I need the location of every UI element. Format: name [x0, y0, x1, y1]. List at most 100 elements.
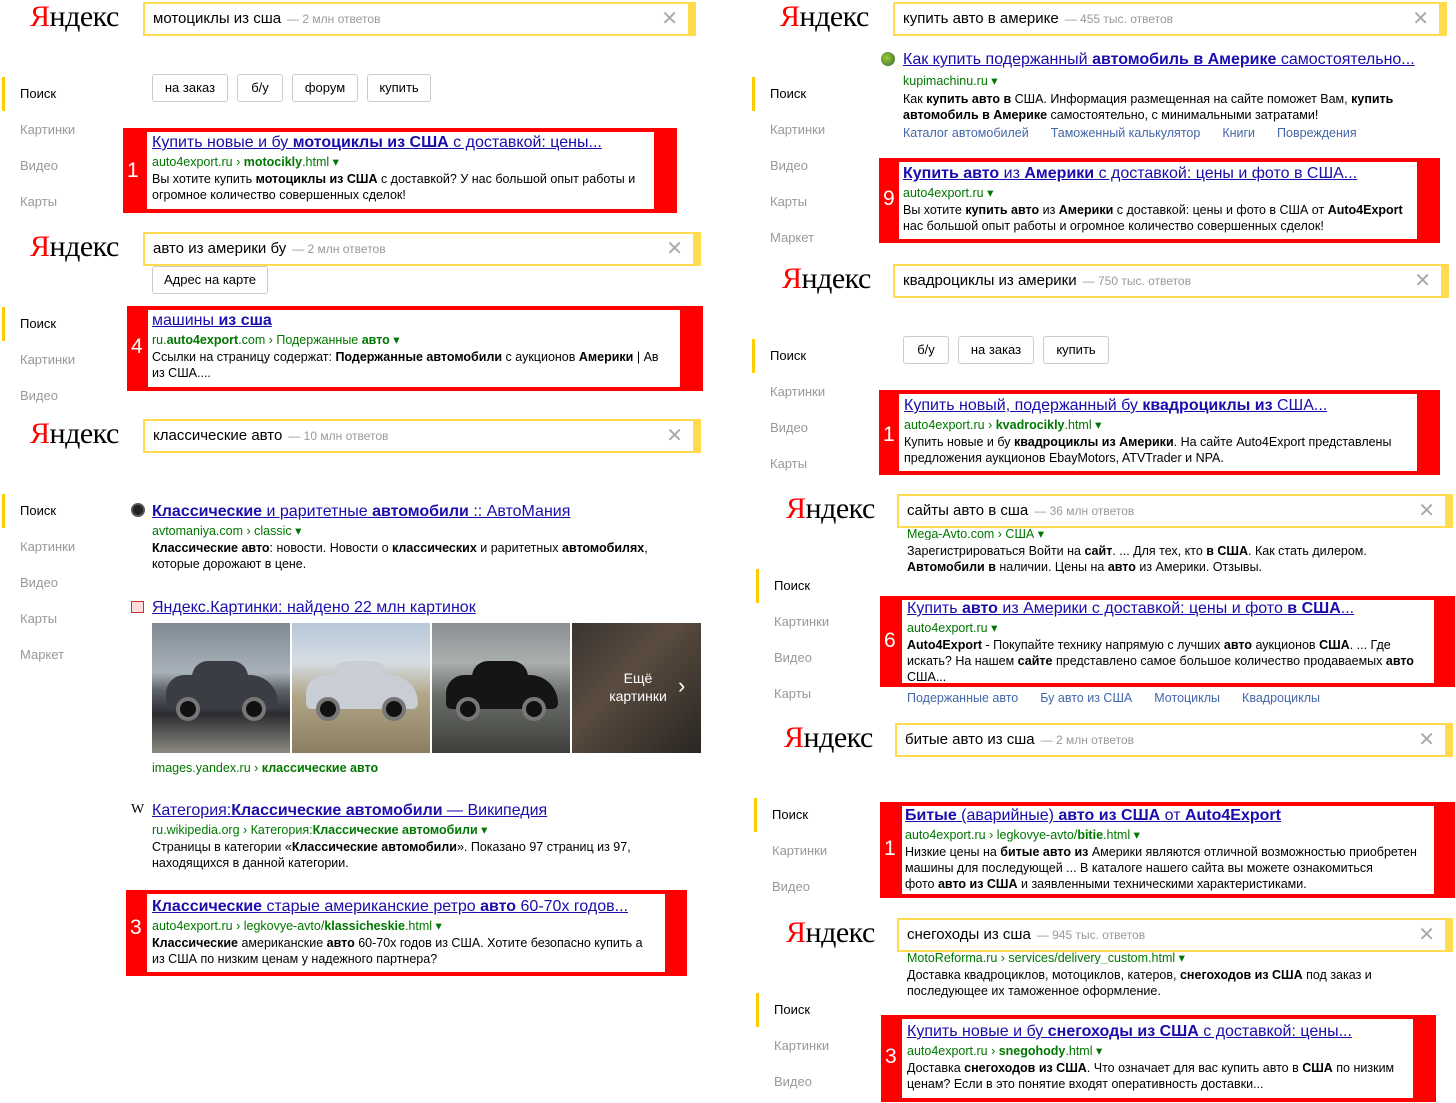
- search-input[interactable]: сайты авто в сша — 36 млн ответов ✕: [897, 494, 1453, 528]
- nav-video[interactable]: Видео: [756, 1074, 812, 1090]
- nav-video[interactable]: Видео: [752, 158, 808, 174]
- yandex-logo[interactable]: Яндекс: [782, 264, 871, 294]
- nav-images[interactable]: Картинки: [2, 539, 75, 555]
- yandex-logo[interactable]: Яндекс: [784, 723, 873, 753]
- nav-search[interactable]: Поиск: [756, 993, 810, 1027]
- nav-images[interactable]: Картинки: [754, 843, 827, 859]
- nav-images[interactable]: Картинки: [756, 614, 829, 630]
- result-url[interactable]: auto4export.ru › motocikly.html ▾: [152, 153, 652, 171]
- filter-chip[interactable]: купить: [367, 74, 431, 102]
- thumbnail-more[interactable]: Ещё картинки ›: [572, 623, 701, 753]
- result-title-link[interactable]: Купить новые и бу снегоходы из США с дос…: [907, 1022, 1413, 1042]
- sitelink[interactable]: Подержанные авто: [907, 691, 1018, 705]
- search-input[interactable]: авто из америки бу — 2 млн ответов ✕: [143, 232, 701, 266]
- nav-market[interactable]: Маркет: [2, 647, 64, 663]
- nav-maps[interactable]: Карты: [752, 194, 807, 210]
- nav-market[interactable]: Маркет: [752, 230, 814, 246]
- search-input[interactable]: снегоходы из сша — 945 тыс. ответов ✕: [897, 918, 1453, 952]
- nav-images[interactable]: Картинки: [752, 384, 825, 400]
- nav-search[interactable]: Поиск: [754, 798, 808, 832]
- nav-video[interactable]: Видео: [2, 575, 58, 591]
- result-url[interactable]: images.yandex.ru › классические авто: [152, 759, 552, 777]
- sitelink[interactable]: Каталог автомобилей: [903, 126, 1029, 140]
- yandex-logo[interactable]: Яндекс: [30, 2, 119, 32]
- clear-icon[interactable]: ✕: [1414, 266, 1431, 296]
- yandex-logo[interactable]: Яндекс: [786, 918, 875, 948]
- nav-video[interactable]: Видео: [2, 388, 58, 404]
- sitelink[interactable]: Таможенный калькулятор: [1051, 126, 1201, 140]
- nav-maps[interactable]: Карты: [756, 686, 811, 702]
- filter-chip[interactable]: б/у: [903, 336, 949, 364]
- nav-search[interactable]: Поиск: [2, 77, 56, 111]
- sitelink[interactable]: Бу авто из США: [1040, 691, 1132, 705]
- result-title-link[interactable]: Классические и раритетные автомобили :: …: [152, 502, 692, 522]
- clear-icon[interactable]: ✕: [666, 234, 683, 264]
- thumbnail-buick[interactable]: [432, 623, 570, 753]
- filter-chip[interactable]: б/у: [237, 74, 283, 102]
- thumbnail-mercedes[interactable]: [292, 623, 430, 753]
- result-url[interactable]: auto4export.ru › snegohody.html ▾: [907, 1042, 1413, 1060]
- nav-video[interactable]: Видео: [2, 158, 58, 174]
- nav-images[interactable]: Картинки: [2, 122, 75, 138]
- nav-search[interactable]: Поиск: [756, 569, 810, 603]
- nav-images[interactable]: Картинки: [756, 1038, 829, 1054]
- result-url[interactable]: auto4export.ru ▾: [907, 619, 1433, 637]
- filter-chip[interactable]: на заказ: [152, 74, 228, 102]
- filter-chip[interactable]: купить: [1043, 336, 1109, 364]
- result-title-link[interactable]: машины из сша: [152, 311, 680, 331]
- result-url[interactable]: avtomaniya.com › classic ▾: [152, 522, 692, 540]
- result-title-link[interactable]: Категория:Классические автомобили — Вики…: [152, 801, 692, 821]
- nav-maps[interactable]: Карты: [752, 456, 807, 472]
- result-url[interactable]: auto4export.ru › legkovye-avto/klassiche…: [152, 917, 664, 935]
- sitelink[interactable]: Мотоциклы: [1154, 691, 1220, 705]
- result-url[interactable]: auto4export.ru › legkovye-avto/bitie.htm…: [905, 826, 1433, 844]
- nav-video[interactable]: Видео: [754, 879, 810, 895]
- result-url[interactable]: ru.auto4export.com › Подержанные авто ▾: [152, 331, 680, 349]
- nav-search[interactable]: Поиск: [752, 339, 806, 373]
- result-title-link[interactable]: Как купить подержанный автомобиль в Амер…: [903, 50, 1443, 70]
- clear-icon[interactable]: ✕: [1412, 4, 1429, 34]
- result-title-link[interactable]: Купить авто из Америки с доставкой: цены…: [907, 599, 1433, 619]
- clear-icon[interactable]: ✕: [661, 4, 678, 34]
- nav-search[interactable]: Поиск: [2, 307, 56, 341]
- search-input[interactable]: мотоциклы из сша — 2 млн ответов ✕: [143, 2, 696, 36]
- filter-chip[interactable]: форум: [292, 74, 358, 102]
- image-gallery[interactable]: Ещё картинки ›: [152, 623, 701, 753]
- nav-search[interactable]: Поиск: [752, 77, 806, 111]
- nav-images[interactable]: Картинки: [2, 352, 75, 368]
- nav-images[interactable]: Картинки: [752, 122, 825, 138]
- result-url[interactable]: kupimachinu.ru ▾: [903, 72, 1103, 90]
- sitelink[interactable]: Квадроциклы: [1242, 691, 1320, 705]
- yandex-logo[interactable]: Яндекс: [780, 2, 869, 32]
- clear-icon[interactable]: ✕: [1418, 496, 1435, 526]
- nav-video[interactable]: Видео: [752, 420, 808, 436]
- search-input[interactable]: классические авто — 10 млн ответов ✕: [143, 419, 701, 453]
- nav-maps[interactable]: Карты: [2, 194, 57, 210]
- yandex-logo[interactable]: Яндекс: [30, 419, 119, 449]
- thumbnail-chevelle[interactable]: [152, 623, 290, 753]
- chevron-right-icon[interactable]: ›: [678, 673, 685, 699]
- result-title-link[interactable]: Яндекс.Картинки: найдено 22 млн картинок: [152, 598, 692, 618]
- result-url[interactable]: auto4export.ru ▾: [903, 184, 1417, 202]
- clear-icon[interactable]: ✕: [666, 421, 683, 451]
- result-title-link[interactable]: Купить авто из Америки с доставкой: цены…: [903, 164, 1417, 184]
- yandex-logo[interactable]: Яндекс: [30, 232, 119, 262]
- filter-chip[interactable]: на заказ: [958, 336, 1034, 364]
- result-title-link[interactable]: Купить новый, подержанный бу квадроциклы…: [904, 396, 1416, 416]
- clear-icon[interactable]: ✕: [1418, 725, 1435, 755]
- nav-maps[interactable]: Карты: [2, 611, 57, 627]
- search-input[interactable]: битые авто из сша — 2 млн ответов ✕: [895, 723, 1453, 757]
- search-input[interactable]: купить авто в америке — 455 тыс. ответов ✕: [893, 2, 1447, 36]
- result-title-link[interactable]: Битые (аварийные) авто из США от Auto4Ex…: [905, 806, 1433, 826]
- nav-search[interactable]: Поиск: [2, 494, 56, 528]
- result-title-link[interactable]: Классические старые американские ретро а…: [152, 897, 664, 917]
- yandex-logo[interactable]: Яндекс: [786, 494, 875, 524]
- search-input[interactable]: квадроциклы из америки — 750 тыс. ответов…: [893, 264, 1449, 298]
- result-url[interactable]: auto4export.ru › kvadrocikly.html ▾: [904, 416, 1416, 434]
- result-url[interactable]: ru.wikipedia.org › Категория:Классически…: [152, 821, 692, 839]
- sitelink[interactable]: Повреждения: [1277, 126, 1357, 140]
- result-title-link[interactable]: Купить новые и бу мотоциклы из США с дос…: [152, 133, 652, 153]
- sitelink[interactable]: Книги: [1222, 126, 1255, 140]
- clear-icon[interactable]: ✕: [1418, 920, 1435, 950]
- nav-video[interactable]: Видео: [756, 650, 812, 666]
